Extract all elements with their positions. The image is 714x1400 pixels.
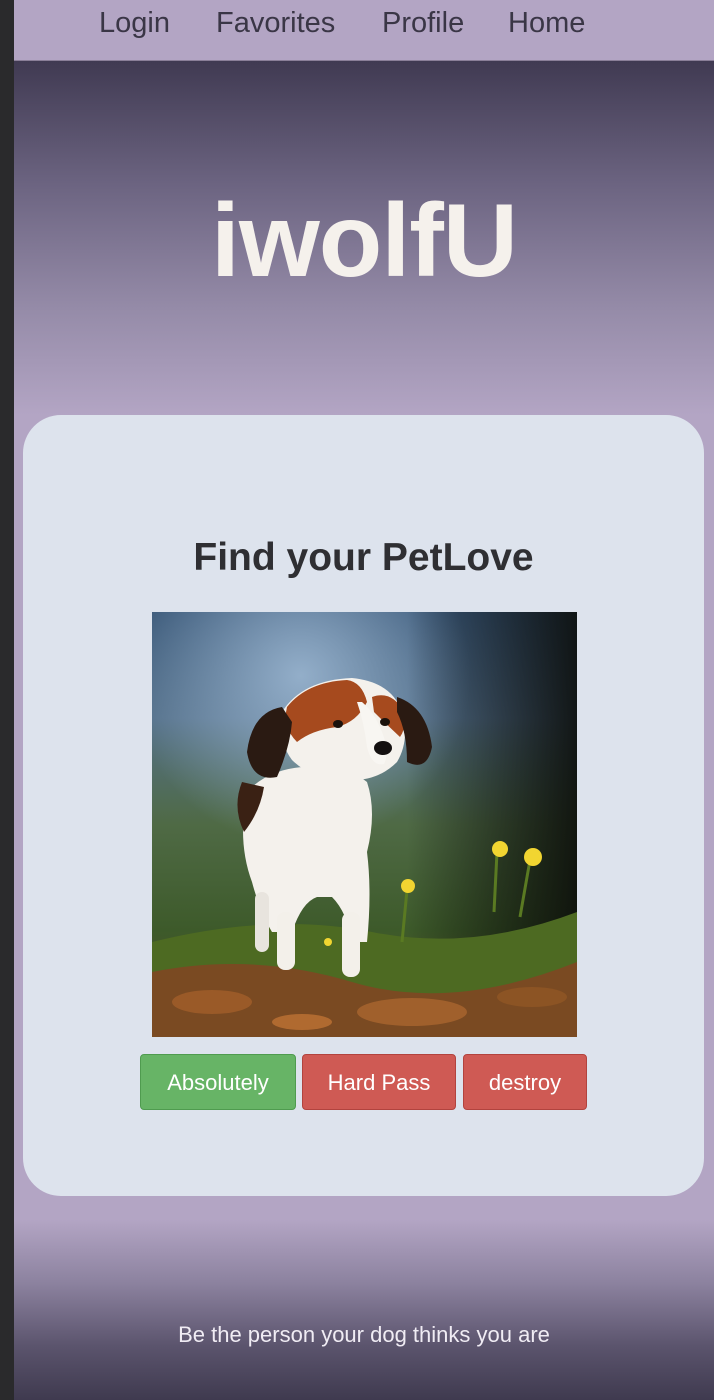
dog-photo-image [152,612,577,1037]
top-navbar: Login Favorites Profile Home [14,0,714,61]
hero-banner: iwolfU [14,61,714,415]
pet-card: Find your PetLove Absolutely Hard Pass d… [23,415,704,1196]
absolutely-button[interactable]: Absolutely [140,1054,296,1110]
nav-home-link[interactable]: Home [508,4,585,42]
card-title: Find your PetLove [193,536,534,579]
hard-pass-button[interactable]: Hard Pass [302,1054,456,1110]
footer: Be the person your dog thinks you are [14,1220,714,1400]
page: Login Favorites Profile Home iwolfU Find… [14,0,714,1400]
nav-favorites-link[interactable]: Favorites [216,4,335,42]
destroy-button[interactable]: destroy [463,1054,587,1110]
brand-title: iwolfU [211,183,518,299]
dog-photo [152,612,577,1037]
nav-login-link[interactable]: Login [99,4,170,42]
footer-tagline: Be the person your dog thinks you are [178,1322,550,1347]
window-left-edge [0,0,14,1400]
nav-profile-link[interactable]: Profile [382,4,464,42]
